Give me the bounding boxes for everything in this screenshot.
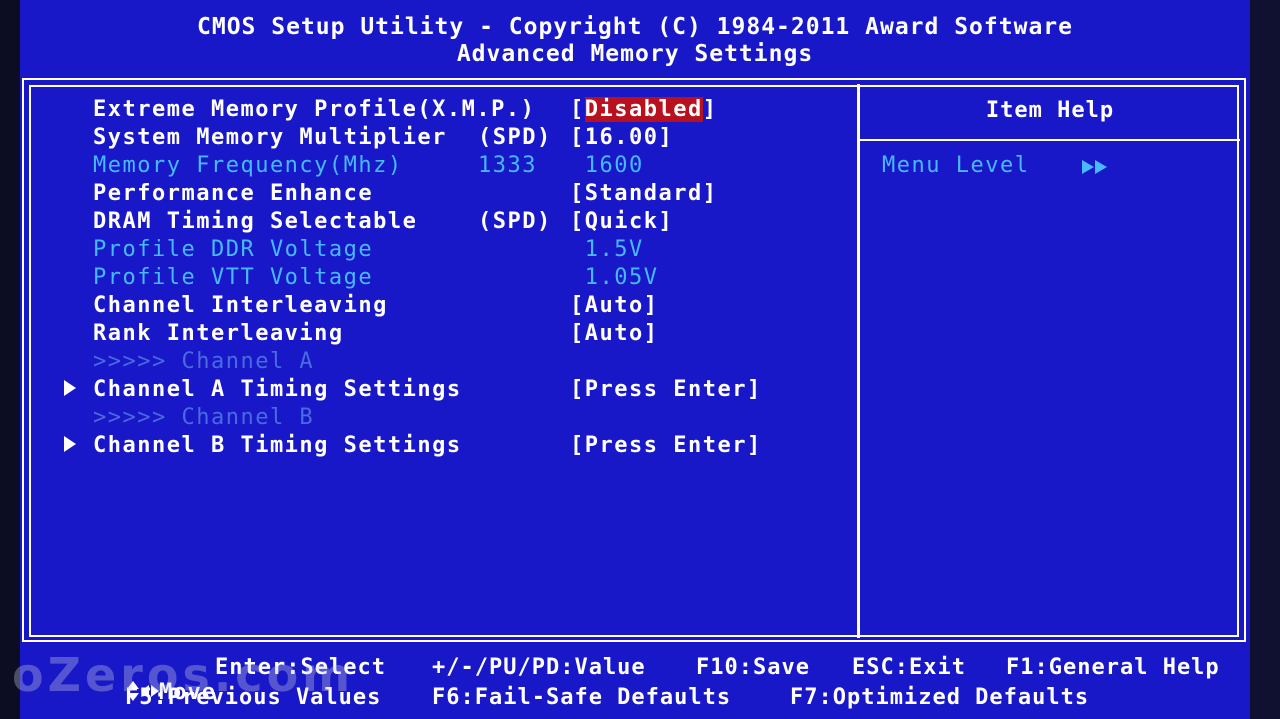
footer-optimized-defaults: F7:Optimized Defaults xyxy=(790,685,1090,710)
setting-mode: (SPD) xyxy=(478,125,552,150)
setting-label: Channel A Timing Settings xyxy=(93,377,462,402)
bracket-open: [ xyxy=(570,97,585,122)
footer-save: F10:Save xyxy=(696,655,810,680)
setting-memory-frequency: Memory Frequency(Mhz) 1333 1600 xyxy=(58,153,848,181)
setting-label: System Memory Multiplier xyxy=(93,125,447,150)
setting-value[interactable]: [16.00] xyxy=(570,125,673,150)
footer-general-help: F1:General Help xyxy=(1006,655,1220,680)
setting-label: DRAM Timing Selectable xyxy=(93,209,418,234)
submenu-arrow-icon xyxy=(64,380,76,396)
menu-level-label: Menu Level xyxy=(882,153,1030,178)
submenu-arrow-icon xyxy=(64,436,76,452)
setting-value[interactable]: [Disabled] xyxy=(570,97,717,122)
right-bezel xyxy=(1250,0,1280,719)
setting-profile-vtt-voltage: Profile VTT Voltage 1.05V xyxy=(58,265,848,293)
separator-label: >>>>> Channel B xyxy=(93,405,315,430)
setting-label: Extreme Memory Profile(X.M.P.) xyxy=(93,97,536,122)
setting-value: 1.05V xyxy=(570,265,659,290)
setting-value: 1.5V xyxy=(570,237,644,262)
section-separator-channel-b: >>>>> Channel B xyxy=(58,405,848,433)
setting-system-memory-multiplier[interactable]: System Memory Multiplier (SPD) [16.00] xyxy=(58,125,848,153)
setting-label: Rank Interleaving xyxy=(93,321,344,346)
help-title-divider xyxy=(860,139,1240,141)
footer-value: +/-/PU/PD:Value xyxy=(432,655,646,680)
setting-value: 1600 xyxy=(570,153,644,178)
setting-profile-ddr-voltage: Profile DDR Voltage 1.5V xyxy=(58,237,848,265)
setting-label: Channel B Timing Settings xyxy=(93,433,462,458)
separator-label: >>>>> Channel A xyxy=(93,349,315,374)
setting-rank-interleaving[interactable]: Rank Interleaving [Auto] xyxy=(58,321,848,349)
footer-failsafe-defaults: F6:Fail-Safe Defaults xyxy=(432,685,732,710)
setting-label: Profile VTT Voltage xyxy=(93,265,374,290)
setting-label: Channel Interleaving xyxy=(93,293,388,318)
selected-value-highlight[interactable]: Disabled xyxy=(584,97,703,122)
setting-xmp[interactable]: Extreme Memory Profile(X.M.P.) [Disabled… xyxy=(58,97,848,125)
setting-label: Profile DDR Voltage xyxy=(93,237,374,262)
setting-value[interactable]: [Auto] xyxy=(570,321,658,346)
setting-mode: (SPD) xyxy=(478,209,552,234)
page-title: Advanced Memory Settings xyxy=(456,41,814,67)
setting-dram-timing-selectable[interactable]: DRAM Timing Selectable (SPD) [Quick] xyxy=(58,209,848,237)
utility-title: CMOS Setup Utility - Copyright (C) 1984-… xyxy=(197,14,1073,40)
press-enter-value[interactable]: [Press Enter] xyxy=(570,433,762,458)
footer-exit: ESC:Exit xyxy=(852,655,966,680)
setting-label: Memory Frequency(Mhz) xyxy=(93,153,403,178)
setting-channel-interleaving[interactable]: Channel Interleaving [Auto] xyxy=(58,293,848,321)
submenu-channel-b-timing[interactable]: Channel B Timing Settings [Press Enter] xyxy=(58,433,848,461)
double-triangle-right-icon xyxy=(1082,160,1107,174)
setting-value[interactable]: [Standard] xyxy=(570,181,717,206)
setting-performance-enhance[interactable]: Performance Enhance [Standard] xyxy=(58,181,848,209)
item-help-title: Item Help xyxy=(985,98,1115,123)
press-enter-value[interactable]: [Press Enter] xyxy=(570,377,762,402)
setting-label: Performance Enhance xyxy=(93,181,374,206)
bracket-close: ] xyxy=(702,97,718,122)
setting-default-value: 1333 xyxy=(478,153,537,178)
bios-screen: CMOS Setup Utility - Copyright (C) 1984-… xyxy=(0,0,1280,719)
panel-divider xyxy=(857,84,860,638)
section-separator-channel-a: >>>>> Channel A xyxy=(58,349,848,377)
left-bezel xyxy=(0,0,20,719)
setting-value[interactable]: [Quick] xyxy=(570,209,673,234)
watermark-logo: oZeros.com xyxy=(12,648,355,702)
submenu-channel-a-timing[interactable]: Channel A Timing Settings [Press Enter] xyxy=(58,377,848,405)
setting-value[interactable]: [Auto] xyxy=(570,293,658,318)
